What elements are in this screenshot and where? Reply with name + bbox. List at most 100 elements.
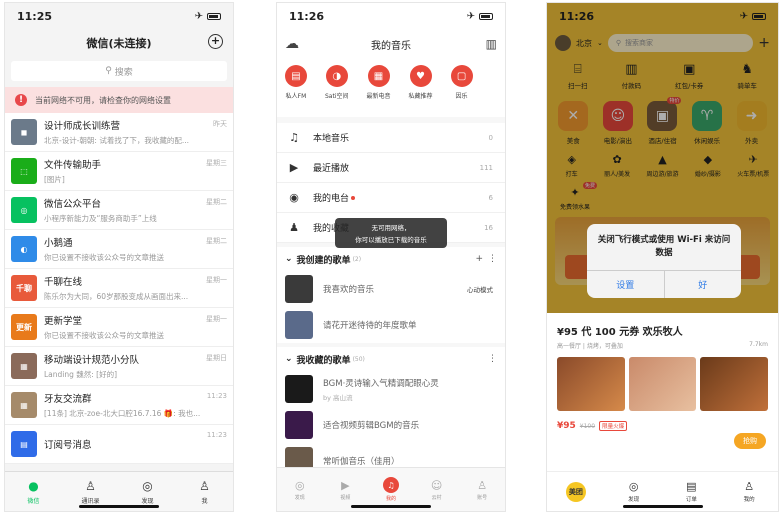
chat-row[interactable]: ◐ 小鹅通 你已设置不接收该公众号的文章推送 星期二 [5, 230, 233, 269]
chat-text: 设计师成长训练营 北京-设计-朝朝: 试着找了下，我收藏的配... [44, 118, 227, 146]
compass-icon: ◎ [142, 478, 153, 493]
playlist-row[interactable]: 请花开迷待待的年度歌单 [277, 307, 505, 343]
quick-entry-label: 私人FM [285, 93, 307, 100]
home-indicator [351, 505, 431, 508]
tab-label: 发现 [628, 497, 640, 503]
search-input[interactable]: ⚲ 搜索 [11, 61, 227, 81]
food-image [557, 357, 625, 411]
tab-label: 微信 [27, 497, 40, 505]
people-icon: ☺ [430, 478, 443, 492]
library-row[interactable]: ◉ 我的电台 6 [277, 183, 505, 213]
chat-text: 微信公众平台 小程序新能力及“服务商助手”上线 [44, 196, 227, 224]
chat-row[interactable]: ◎ 微信公众平台 小程序新能力及“服务商助手”上线 星期二 [5, 191, 233, 230]
tab-me[interactable]: ♙ 我 [176, 472, 233, 511]
status-bar: 11:26 ✈ [277, 3, 505, 29]
video-icon: ▶ [341, 478, 350, 492]
deal-distance: 7.7km [749, 341, 768, 348]
tab-chats[interactable]: ● 微信 [5, 472, 62, 511]
playlist-cover [285, 375, 313, 403]
search-placeholder: 搜索 [114, 67, 133, 78]
ok-button[interactable]: 好 [665, 271, 742, 298]
add-playlist-icon[interactable]: + [475, 254, 483, 264]
chat-name: 更新学堂 [44, 316, 83, 327]
chat-row[interactable]: ▤ 订阅号消息 11:23 [5, 425, 233, 464]
playlist-text: 适合视频剪辑BGM的音乐 [323, 419, 419, 431]
quick-entry[interactable]: ▤ 私人FM [285, 65, 307, 117]
status-time: 11:26 [289, 9, 325, 23]
quick-entry-icon: ▤ [285, 65, 307, 87]
tab-label: 发现 [141, 497, 154, 505]
add-icon[interactable]: + [208, 34, 223, 49]
collected-playlists-header[interactable]: ⌄ 我收藏的歌单 (50) ⋮ [277, 347, 505, 371]
chat-text: 订阅号消息 [44, 437, 227, 451]
battery-icon [479, 12, 493, 20]
meituan-logo-icon: 美团 [565, 481, 586, 502]
deal-price: ¥95 [557, 421, 576, 431]
quick-entry[interactable]: ♥ 私藏推荐 [409, 65, 433, 117]
wechat-tabbar: ● 微信 ♙ 通讯录 ◎ 发现 ♙ 我 [5, 471, 233, 511]
chat-text: 更新学堂 你已设置不接收该公众号的文章推送 [44, 313, 227, 341]
deal-images [547, 353, 778, 415]
airplane-mode-alert: 关闭飞行模式或使用 Wi-Fi 来访问数据 设置 好 [587, 224, 741, 298]
buy-button[interactable]: 抢购 [734, 433, 766, 449]
chat-icon: ● [28, 478, 39, 493]
playlist-row[interactable]: BGM·灵诗输入气精调配眼心灵 by 高山流 [277, 371, 505, 407]
search-icon: ⚲ [105, 66, 112, 76]
created-playlists-header[interactable]: ⌄ 我创建的歌单 (2) + ⋮ [277, 247, 505, 271]
chat-row[interactable]: 千聊 千聊在线 陈乐尔为大同，60岁那股变成从画面出来... 星期一 [5, 269, 233, 308]
chat-time: 星期二 [206, 198, 227, 206]
settings-button[interactable]: 设置 [587, 271, 665, 298]
quick-entry[interactable]: ▦ 最新电音 [367, 65, 391, 117]
library-row-icon: ♟ [289, 221, 299, 234]
chat-preview: 你已设置不接收该公众号的文章推送 [44, 253, 164, 262]
playlist-cover [285, 411, 313, 439]
created-playlists: 我喜欢的音乐 心动模式请花开迷待待的年度歌单 [277, 271, 505, 343]
quick-entry-icon: ♥ [409, 65, 432, 87]
music-header: ☁ 我的音乐 ▥ [277, 29, 505, 59]
library-row[interactable]: ♫ 本地音乐 0 [277, 123, 505, 153]
offline-toast: 无可用网络， 你可以播放已下载的音乐 [335, 218, 447, 248]
playlist-row[interactable]: 适合视频剪辑BGM的音乐 [277, 407, 505, 443]
cloud-icon[interactable]: ☁ [285, 36, 299, 52]
library-row-label: 本地音乐 [313, 134, 350, 144]
quick-entry-icon: ▢ [450, 65, 473, 87]
person-icon: ♙ [744, 480, 755, 493]
library-row[interactable]: ▶ 最近播放 111 [277, 153, 505, 183]
stats-icon[interactable]: ▥ [486, 37, 497, 51]
quick-entry-label: 最新电音 [366, 93, 391, 100]
chat-avatar: 千聊 [11, 275, 37, 301]
chat-row[interactable]: ▦ 移动端设计规范小分队 Landing 魏然: [好的] 星期日 [5, 347, 233, 386]
contacts-icon: ♙ [85, 478, 96, 493]
deal-old-price: ¥100 [579, 422, 596, 430]
chat-name: 千聊在线 [44, 277, 83, 288]
chat-row[interactable]: ⬚ 文件传输助手 [图片] 星期三 [5, 152, 233, 191]
chat-preview: Landing 魏然: [好的] [44, 370, 118, 379]
chat-time: 星期三 [206, 159, 227, 167]
playlist-row[interactable]: 我喜欢的音乐 心动模式 [277, 271, 505, 307]
tab-mine[interactable]: ♙ 我的 [720, 472, 778, 511]
chat-row[interactable]: ◼ 设计师成长训练营 北京-设计-朝朝: 试着找了下，我收藏的配... 昨天 [5, 113, 233, 152]
chat-time: 星期二 [206, 237, 227, 245]
chat-avatar: ◐ [11, 236, 37, 262]
chat-avatar: 更新 [11, 314, 37, 340]
tab-label: 我的 [743, 497, 755, 503]
quick-entry-icon: ◑ [325, 65, 348, 87]
playlist-text: 常听伽音乐（佳用） [323, 455, 400, 467]
tab-account[interactable]: ♙ 账号 [459, 468, 505, 511]
chat-preview: 小程序新能力及“服务商助手”上线 [44, 214, 157, 223]
more-icon[interactable]: ⋮ [488, 254, 497, 264]
heart-mode-button[interactable]: 心动模式 [467, 284, 493, 294]
network-warning-banner[interactable]: ! 当前网络不可用，请检查你的网络设置 [5, 87, 233, 113]
playlist-text: 我喜欢的音乐 [323, 283, 374, 295]
tab-home[interactable]: 美团 [547, 472, 605, 511]
tab-discover[interactable]: ◎ 发现 [277, 468, 323, 511]
meituan-screen: 11:26 ✈ 北京 ⌄ ⚲ 搜索商家 + ⌸ 扫一扫 ▥ 付款码 ▣ 红包/卡券 ♞ 骑单车 … [546, 2, 779, 512]
chat-row[interactable]: 更新 更新学堂 你已设置不接收该公众号的文章推送 星期一 [5, 308, 233, 347]
chat-list: ◼ 设计师成长训练营 北京-设计-朝朝: 试着找了下，我收藏的配... 昨天 ⬚ 文件传输… [5, 113, 233, 464]
music-quick-entries: ▤ 私人FM ◑ Sati空间 ▦ 最新电音 ♥ 私藏推荐 ▢ 因乐 [277, 59, 505, 117]
order-icon: ▤ [686, 480, 697, 493]
chat-row[interactable]: ▦ 牙友交流群 [11条] 北京-zoe-北大口腔16.7.16 🎁: 我也... 1… [5, 386, 233, 425]
quick-entry[interactable]: ▢ 因乐 [450, 65, 473, 117]
quick-entry[interactable]: ◑ Sati空间 [325, 65, 349, 117]
more-icon[interactable]: ⋮ [488, 354, 497, 364]
